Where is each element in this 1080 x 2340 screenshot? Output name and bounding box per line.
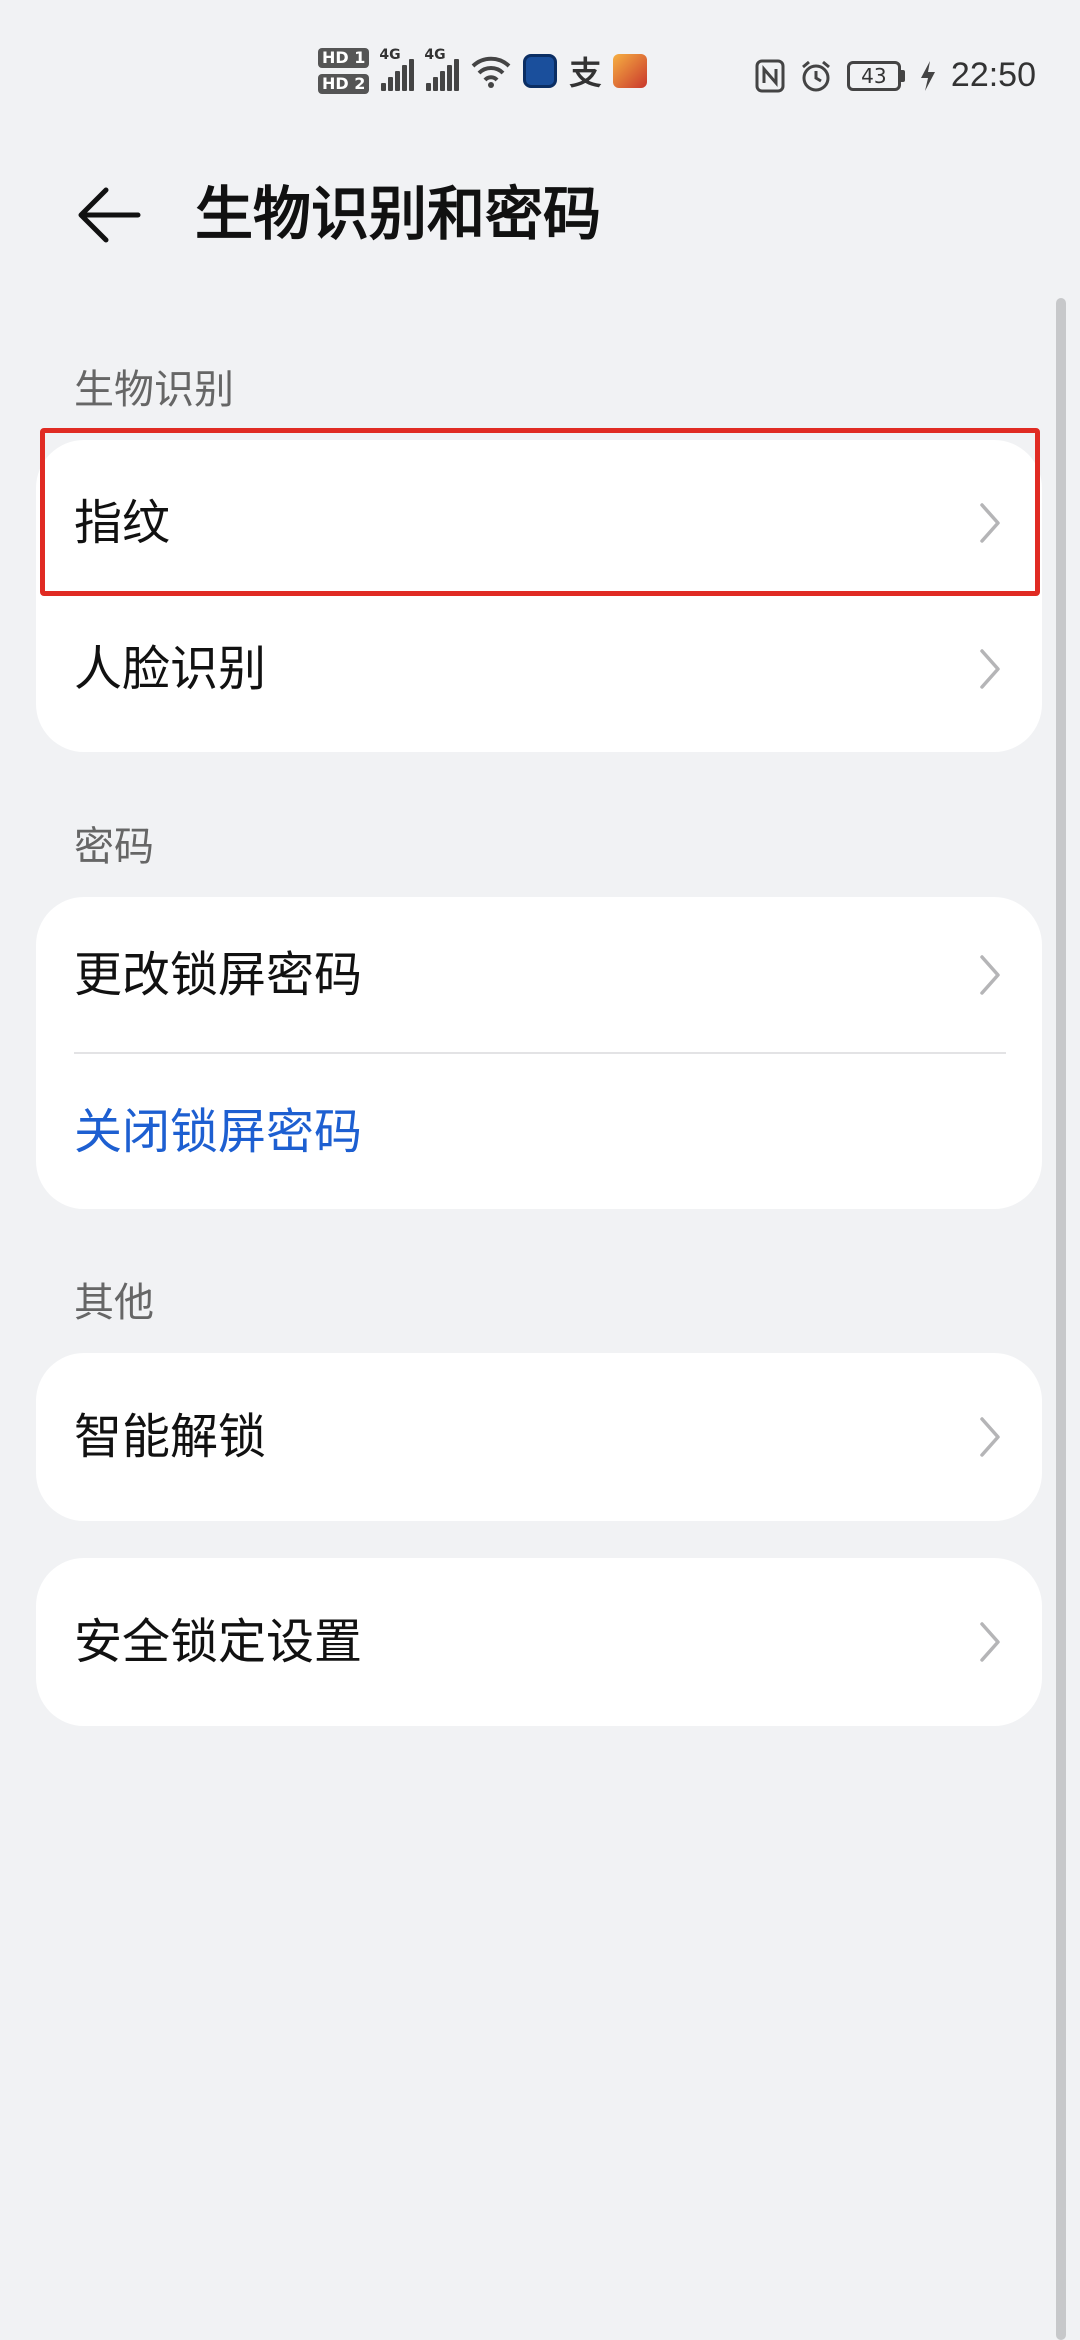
chevron-right-icon — [980, 1622, 1000, 1662]
chevron-right-icon — [980, 503, 1000, 543]
scrollbar[interactable] — [1056, 298, 1066, 2340]
status-bar: HD 1 HD 2 4G 4G 支 43 22:50 — [0, 0, 1080, 120]
chevron-right-icon — [980, 1417, 1000, 1457]
list-item-security-lock-settings[interactable]: 安全锁定设置 — [36, 1558, 1042, 1726]
page-title: 生物识别和密码 — [195, 180, 602, 248]
fingerprint-label: 指纹 — [74, 495, 171, 551]
list-item-fingerprint[interactable]: 指纹 — [36, 440, 1042, 606]
smart-unlock-label: 智能解锁 — [74, 1409, 267, 1465]
battery-level: 43 — [846, 60, 901, 91]
status-bar-right: 43 22:50 — [755, 56, 1036, 95]
signal-sim2-icon: 4G — [424, 47, 460, 91]
face-recognition-label: 人脸识别 — [74, 641, 267, 697]
alarm-icon — [799, 59, 833, 93]
section-header-password: 密码 — [74, 824, 154, 870]
change-lock-password-label: 更改锁屏密码 — [74, 947, 363, 1003]
list-item-face-recognition[interactable]: 人脸识别 — [36, 586, 1042, 752]
disable-lock-password-link: 关闭锁屏密码 — [74, 1103, 363, 1160]
clock: 22:50 — [950, 56, 1036, 94]
app-icon — [523, 54, 558, 88]
back-button[interactable] — [74, 180, 144, 250]
hd2-badge: HD 2 — [318, 74, 370, 94]
signal-sim1-icon: 4G — [379, 47, 415, 91]
chevron-right-icon — [980, 955, 1000, 995]
section-header-biometrics: 生物识别 — [74, 367, 234, 413]
list-item-change-lock-password[interactable]: 更改锁屏密码 — [36, 897, 1042, 1053]
security-lock-settings-label: 安全锁定设置 — [74, 1614, 363, 1670]
status-bar-left: HD 1 HD 2 4G 4G 支 — [318, 47, 648, 94]
card-biometrics: 指纹 人脸识别 — [36, 440, 1042, 752]
list-item-disable-lock-password[interactable]: 关闭锁屏密码 — [36, 1054, 1042, 1209]
alipay-icon: 支 — [569, 54, 602, 92]
back-arrow-icon — [78, 187, 141, 243]
chevron-right-icon — [980, 649, 1000, 689]
hd-indicators: HD 1 HD 2 — [318, 48, 370, 94]
card-other: 智能解锁 — [36, 1353, 1042, 1521]
section-header-other: 其他 — [74, 1280, 154, 1326]
hd1-badge: HD 1 — [318, 48, 370, 68]
battery-icon: 43 — [846, 60, 905, 91]
card-security-lock: 安全锁定设置 — [36, 1558, 1042, 1726]
card-password: 更改锁屏密码 关闭锁屏密码 — [36, 897, 1042, 1209]
charging-icon — [919, 60, 937, 92]
wifi-icon — [471, 54, 511, 88]
game-icon — [613, 54, 648, 88]
nfc-icon — [755, 59, 785, 93]
list-item-smart-unlock[interactable]: 智能解锁 — [36, 1353, 1042, 1521]
